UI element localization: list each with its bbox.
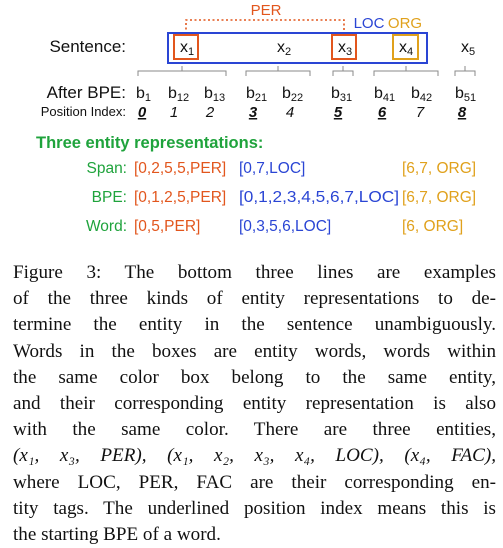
sentence-label: Sentence: (49, 37, 126, 56)
position-index-label: Position Index: (41, 104, 126, 119)
word-x3: x3 (338, 39, 352, 58)
loc-entity-box (167, 32, 428, 64)
span-loc: [0,7,LOC] (239, 160, 305, 177)
bpe-b1: b1 (136, 85, 151, 104)
org-span-label: ORG (388, 15, 422, 32)
pos-7: 7 (416, 104, 425, 121)
caption-line: Words in the boxes are entity words, wor… (13, 340, 496, 362)
representation-span-row: Span: [0,2,5,5,PER] [0,7,LOC] [6,7, ORG] (86, 160, 476, 177)
bpe-per: [0,1,2,5,PER] (134, 189, 226, 206)
sentence-words: x1 x2 x3 x4 x5 (180, 39, 475, 58)
caption-line: with the same color. There are three ent… (13, 419, 496, 441)
span-label: Span: (86, 160, 127, 177)
caption-line: (x₁, x₃, PER), (x₁, x₂, x₃, x₄, LOC), (x… (13, 445, 496, 467)
pos-8: 8 (458, 104, 467, 121)
word-org: [6, ORG] (402, 218, 463, 235)
pos-2: 2 (205, 104, 215, 121)
bpe-b42: b42 (411, 85, 432, 104)
caption-line: the same color box belong to the same en… (13, 366, 496, 388)
word-x5: x5 (461, 39, 475, 58)
word-x4: x4 (399, 39, 413, 58)
caption-line: of the three kinds of entity representat… (13, 288, 496, 310)
caption-line: where LOC, PER, FAC are their correspond… (13, 471, 496, 493)
pos-6: 6 (378, 104, 387, 121)
representation-bpe-row: BPE: [0,1,2,5,PER] [0,1,2,3,4,5,6,7,LOC]… (92, 189, 476, 206)
bpe-loc: [0,1,2,3,4,5,6,7,LOC] (239, 189, 399, 206)
representations-title: Three entity representations: (36, 134, 263, 152)
caption-line: tity tags. The underlined position index… (13, 497, 496, 519)
bracket-x4 (373, 66, 439, 76)
span-per: [0,2,5,5,PER] (134, 160, 226, 177)
bpe-b41: b41 (374, 85, 395, 104)
bpe-b22: b22 (282, 85, 303, 104)
bracket-x5 (454, 66, 476, 76)
per-span-label: PER (251, 2, 282, 19)
figure-caption: Figure 3: The bottom three lines are exa… (13, 260, 496, 548)
bracket-x1 (137, 66, 227, 76)
word-per: [0,5,PER] (134, 218, 200, 235)
bpe-brackets (137, 66, 476, 76)
pos-4: 4 (286, 104, 294, 121)
bpe-b12: b12 (168, 85, 189, 104)
word-label: Word: (86, 218, 127, 235)
pos-5: 5 (334, 104, 343, 121)
representation-word-row: Word: [0,5,PER] [0,3,5,6,LOC] [6, ORG] (86, 218, 463, 235)
word-x2: x2 (277, 39, 291, 58)
per-dotted-link (185, 19, 345, 34)
bpe-b21: b21 (246, 85, 267, 104)
word-x1: x1 (180, 39, 194, 58)
bpe-tokens: b1 b12 b13 b21 b22 b31 b41 b42 b51 (136, 85, 476, 104)
entity-figure: PER LOC ORG Sentence: x1 x2 x3 x4 x5 Aft… (36, 2, 476, 235)
caption-line: and their corresponding entity represent… (13, 393, 496, 415)
bpe-org: [6,7, ORG] (402, 189, 476, 206)
word-loc: [0,3,5,6,LOC] (239, 218, 331, 235)
loc-span-label: LOC (354, 15, 385, 32)
caption-line: the starting BPE of a word. (13, 524, 221, 546)
bpe-b51: b51 (455, 85, 476, 104)
span-org: [6,7, ORG] (402, 160, 476, 177)
pos-3: 3 (249, 104, 258, 121)
caption-line: termine the entity in the sentence unamb… (13, 314, 496, 336)
after-bpe-label: After BPE: (47, 83, 126, 102)
pos-0: 0 (138, 104, 147, 121)
pos-1: 1 (170, 104, 178, 121)
bpe-label: BPE: (92, 189, 127, 206)
bpe-b31: b31 (331, 85, 352, 104)
bracket-x2 (245, 66, 311, 76)
caption-line: Figure 3: The bottom three lines are exa… (13, 262, 496, 283)
position-indices: 0 1 2 3 4 5 6 7 8 (138, 104, 467, 121)
bpe-b13: b13 (204, 85, 225, 104)
bracket-x3 (332, 66, 354, 76)
